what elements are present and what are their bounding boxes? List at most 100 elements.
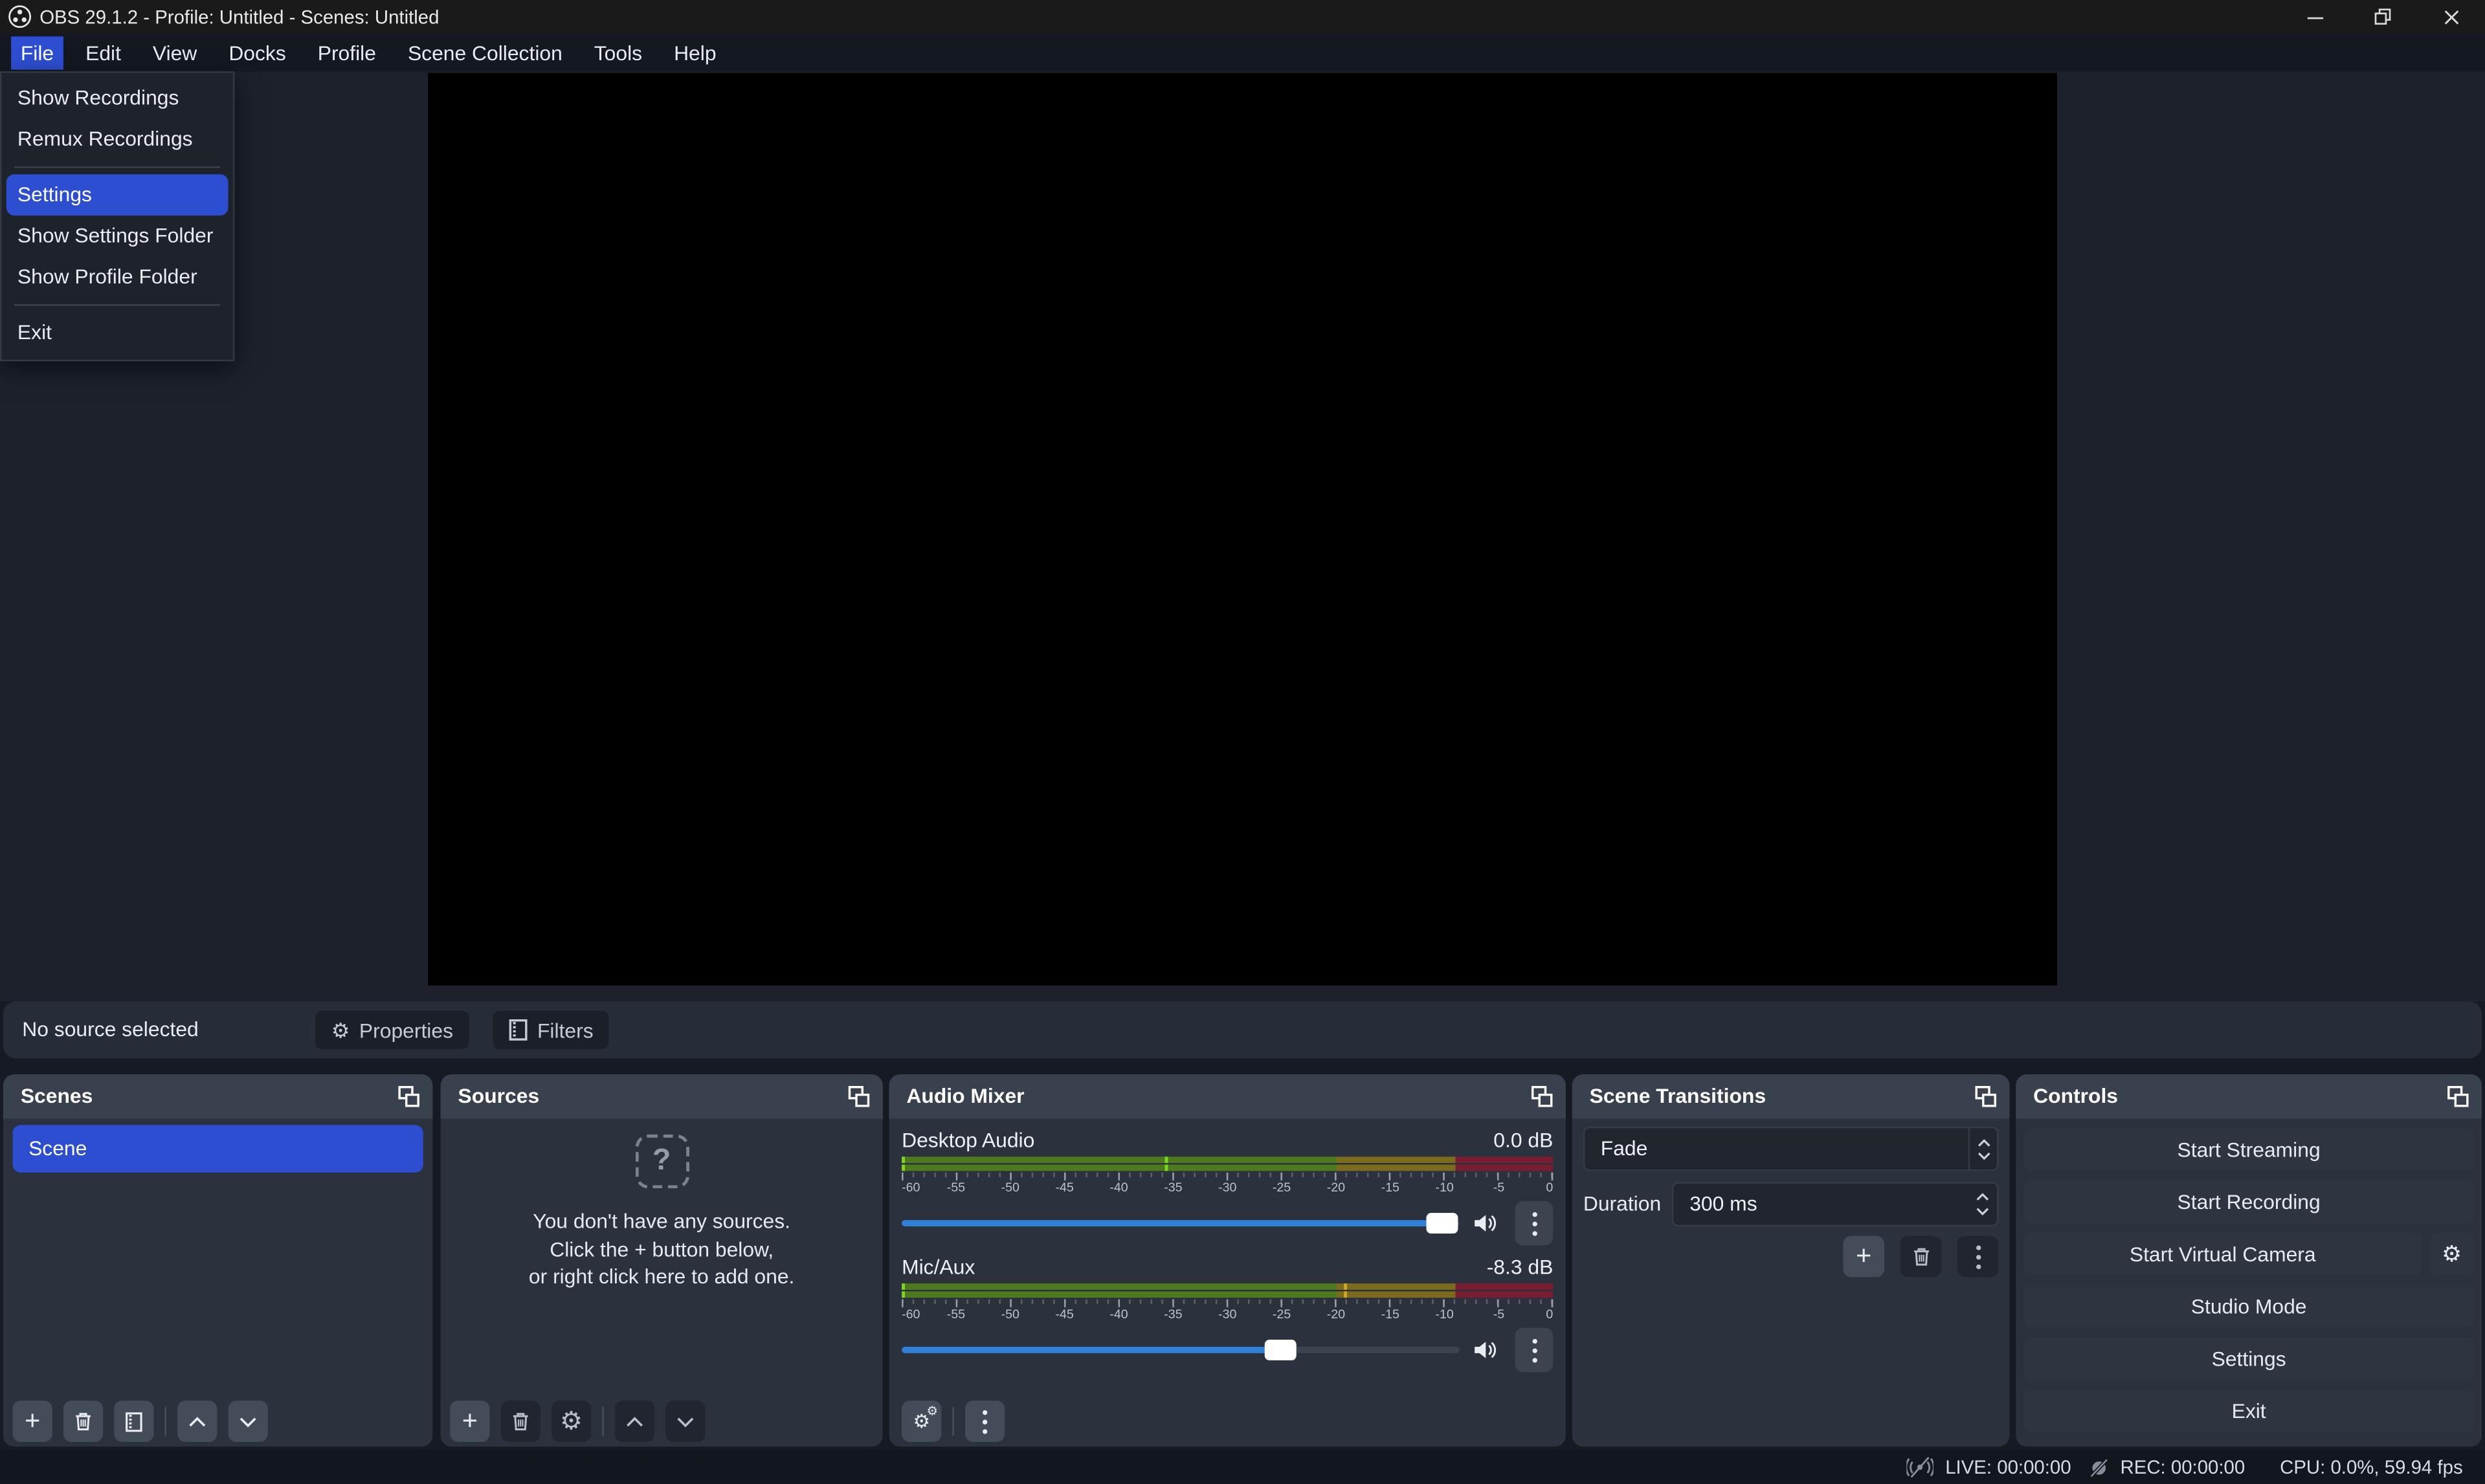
source-context-toolbar: No source selected ⚙ Properties Filters bbox=[3, 1001, 2482, 1058]
obs-window: OBS 29.1.2 - Profile: Untitled - Scenes:… bbox=[0, 0, 2485, 1484]
file-menu-popup: Show Recordings Remux Recordings Setting… bbox=[0, 71, 234, 361]
source-status-text: No source selected bbox=[22, 1001, 198, 1058]
menu-item-remux-recordings[interactable]: Remux Recordings bbox=[1, 119, 232, 161]
combo-arrows[interactable] bbox=[1968, 1128, 1997, 1169]
menu-item-show-recordings[interactable]: Show Recordings bbox=[1, 78, 232, 119]
close-icon bbox=[2443, 8, 2458, 24]
speaker-icon[interactable] bbox=[1472, 1339, 1497, 1361]
menu-profile[interactable]: Profile bbox=[308, 36, 386, 69]
gear-icon: ⚙ bbox=[331, 1019, 350, 1040]
transition-properties-button[interactable] bbox=[1957, 1236, 1999, 1278]
rec-time-label: REC: 00:00:00 bbox=[2121, 1456, 2245, 1478]
preview-canvas[interactable] bbox=[428, 73, 2057, 986]
main-area bbox=[0, 71, 2485, 1001]
menu-file[interactable]: File bbox=[11, 36, 63, 69]
properties-button[interactable]: ⚙ Properties bbox=[315, 1011, 469, 1049]
settings-button[interactable]: Settings bbox=[2023, 1337, 2473, 1380]
scenes-dock-title: Scenes bbox=[3, 1074, 432, 1119]
volume-slider-handle[interactable] bbox=[1427, 1213, 1459, 1234]
scene-list-item[interactable]: Scene bbox=[13, 1125, 423, 1172]
menu-item-show-settings-folder[interactable]: Show Settings Folder bbox=[1, 216, 232, 257]
menu-edit[interactable]: Edit bbox=[76, 36, 130, 69]
controls-dock: Controls Start Streaming Start Recording… bbox=[2016, 1074, 2482, 1446]
kebab-icon bbox=[1532, 1338, 1536, 1362]
remove-source-button[interactable] bbox=[501, 1401, 540, 1442]
exit-button[interactable]: Exit bbox=[2023, 1390, 2473, 1432]
remove-scene-button[interactable] bbox=[63, 1401, 103, 1442]
mixer-menu-button[interactable] bbox=[965, 1401, 1005, 1442]
popout-icon[interactable] bbox=[1975, 1085, 1997, 1107]
sources-dock: Sources ? You don't have any sources. Cl… bbox=[441, 1074, 883, 1446]
move-source-down-button[interactable] bbox=[665, 1401, 705, 1442]
move-scene-up-button[interactable] bbox=[177, 1401, 217, 1442]
popout-icon[interactable] bbox=[848, 1085, 870, 1107]
move-scene-down-button[interactable] bbox=[228, 1401, 268, 1442]
toolbar-separator bbox=[952, 1407, 953, 1435]
window-title: OBS 29.1.2 - Profile: Untitled - Scenes:… bbox=[39, 6, 439, 28]
audio-mixer-dock: Audio Mixer Desktop Audio 0.0 dB -60 -55 bbox=[889, 1074, 1565, 1446]
chevron-down-icon bbox=[1977, 1151, 1990, 1159]
move-source-up-button[interactable] bbox=[615, 1401, 654, 1442]
gear-icon: ⚙ bbox=[2442, 1241, 2462, 1268]
menu-item-show-profile-folder[interactable]: Show Profile Folder bbox=[1, 257, 232, 298]
studio-mode-button[interactable]: Studio Mode bbox=[2023, 1285, 2473, 1328]
add-transition-button[interactable]: + bbox=[1843, 1236, 1884, 1278]
menu-separator bbox=[14, 304, 220, 305]
channel-menu-button[interactable] bbox=[1515, 1328, 1554, 1373]
volume-slider[interactable] bbox=[902, 1347, 1460, 1353]
scenes-dock-header: Scenes bbox=[3, 1074, 432, 1119]
scene-filters-button[interactable] bbox=[114, 1401, 153, 1442]
mixer-toolbar: ⚙⚙ bbox=[902, 1401, 1005, 1442]
start-streaming-button[interactable]: Start Streaming bbox=[2023, 1128, 2473, 1171]
gear-icon: ⚙ bbox=[560, 1406, 583, 1437]
meter-tick-marks bbox=[902, 1300, 1553, 1307]
duration-spinbox[interactable]: 300 ms bbox=[1672, 1182, 1998, 1226]
minimize-icon bbox=[2307, 8, 2323, 24]
audio-mixer-dock-header: Audio Mixer bbox=[889, 1074, 1565, 1119]
add-scene-button[interactable]: + bbox=[13, 1401, 52, 1442]
cpu-fps-label: CPU: 0.0%, 59.94 fps bbox=[2280, 1456, 2463, 1478]
chevron-down-icon bbox=[676, 1416, 694, 1427]
advanced-audio-properties-button[interactable]: ⚙⚙ bbox=[902, 1401, 941, 1442]
volume-meter-bar bbox=[902, 1157, 1553, 1163]
menu-separator bbox=[14, 166, 220, 168]
minimize-button[interactable] bbox=[2280, 0, 2348, 33]
menu-tools[interactable]: Tools bbox=[585, 36, 652, 69]
restore-icon bbox=[2374, 8, 2392, 25]
speaker-icon[interactable] bbox=[1472, 1212, 1497, 1234]
restore-button[interactable] bbox=[2348, 0, 2416, 33]
filters-button[interactable]: Filters bbox=[493, 1011, 609, 1049]
menu-help[interactable]: Help bbox=[664, 36, 726, 69]
sources-dock-header: Sources bbox=[441, 1074, 883, 1119]
volume-meter-bar bbox=[902, 1283, 1553, 1290]
menu-item-exit[interactable]: Exit bbox=[1, 312, 232, 353]
toolbar-separator bbox=[165, 1407, 166, 1435]
popout-icon[interactable] bbox=[2447, 1085, 2469, 1107]
start-virtual-camera-button[interactable]: Start Virtual Camera bbox=[2023, 1233, 2422, 1276]
question-mark-icon: ? bbox=[635, 1135, 689, 1188]
controls-dock-header: Controls bbox=[2016, 1074, 2482, 1119]
popout-icon[interactable] bbox=[1531, 1085, 1553, 1107]
stream-status-icon bbox=[1907, 1456, 1934, 1478]
menu-view[interactable]: View bbox=[143, 36, 206, 69]
menu-scene-collection[interactable]: Scene Collection bbox=[398, 36, 572, 69]
duration-label: Duration bbox=[1583, 1182, 1661, 1226]
virtual-camera-config-button[interactable]: ⚙ bbox=[2429, 1233, 2474, 1276]
transition-select[interactable]: Fade bbox=[1583, 1127, 1998, 1171]
add-source-button[interactable]: + bbox=[450, 1401, 489, 1442]
spin-down-icon[interactable] bbox=[1976, 1208, 1989, 1215]
spin-up-icon[interactable] bbox=[1976, 1193, 1989, 1201]
duration-value[interactable]: 300 ms bbox=[1674, 1184, 1997, 1225]
popout-icon[interactable] bbox=[398, 1085, 420, 1107]
remove-transition-button[interactable] bbox=[1900, 1236, 1942, 1278]
channel-menu-button[interactable] bbox=[1515, 1201, 1554, 1246]
source-properties-button[interactable]: ⚙ bbox=[552, 1401, 591, 1442]
volume-slider[interactable] bbox=[902, 1220, 1460, 1226]
menu-item-settings[interactable]: Settings bbox=[6, 174, 228, 216]
volume-slider-handle[interactable] bbox=[1265, 1340, 1297, 1360]
empty-text-line: or right click here to add one. bbox=[441, 1263, 883, 1290]
menu-docks[interactable]: Docks bbox=[219, 36, 296, 69]
channel-db-value: -8.3 dB bbox=[1487, 1255, 1554, 1280]
start-recording-button[interactable]: Start Recording bbox=[2023, 1180, 2473, 1223]
close-button[interactable] bbox=[2417, 0, 2485, 33]
